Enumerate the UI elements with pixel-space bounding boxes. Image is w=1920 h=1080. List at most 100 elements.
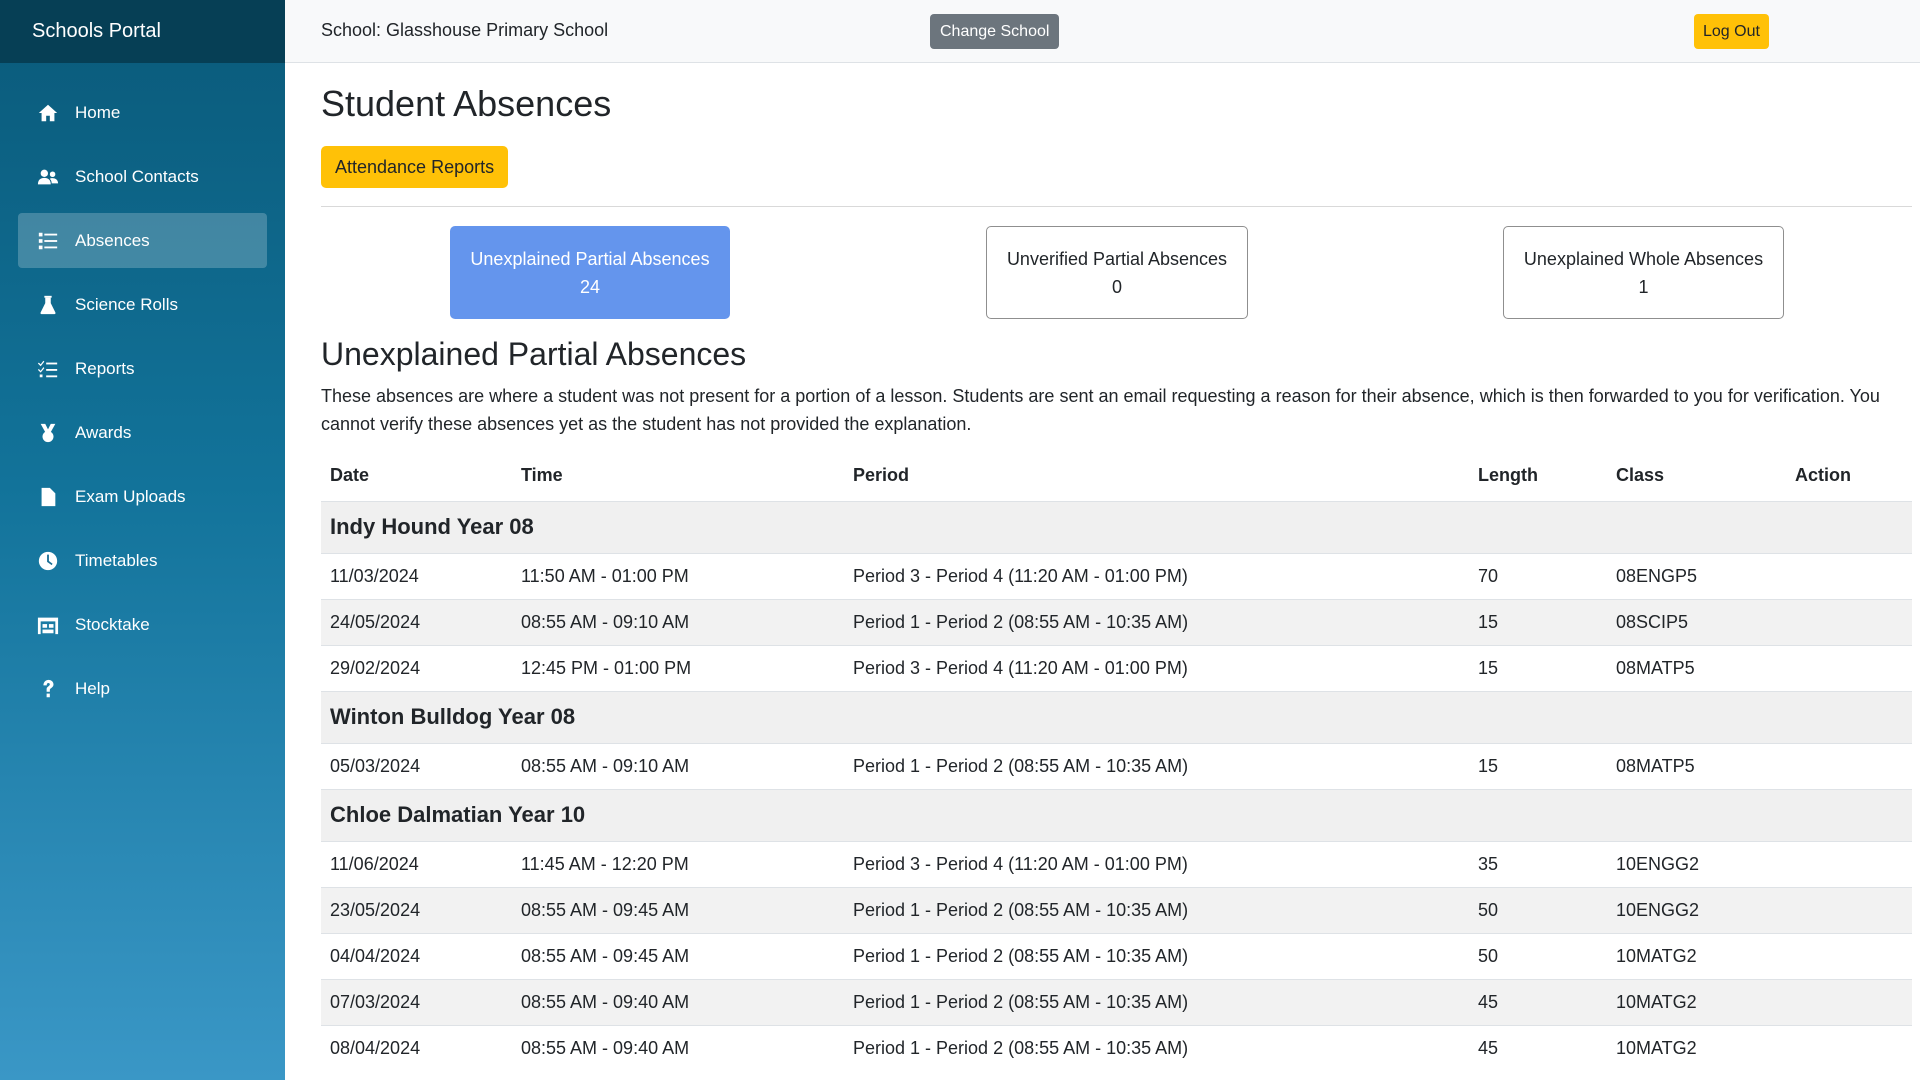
table-header-row: Date Time Period Length Class Action (321, 451, 1912, 501)
table-row: 11/06/2024 11:45 AM - 12:20 PM Period 3 - … (321, 840, 1912, 887)
cell-length: 15 (1469, 598, 1607, 645)
log-out-button[interactable]: Log Out (1694, 14, 1769, 49)
table-row: 05/03/2024 08:55 AM - 09:10 AM Period 1 - … (321, 742, 1912, 789)
cell-time: 08:55 AM - 09:45 AM (512, 932, 844, 979)
sidebar-item-label: School Contacts (75, 166, 199, 186)
cell-length: 15 (1469, 742, 1607, 789)
sidebar-item-stocktake[interactable]: Stocktake (18, 597, 267, 652)
sidebar-item-timetables[interactable]: Timetables (18, 533, 267, 588)
cell-period: Period 3 - Period 4 (11:20 AM - 01:00 PM… (844, 644, 1469, 691)
cell-time: 11:50 AM - 01:00 PM (512, 552, 844, 599)
table-body: Indy Hound Year 08 11/03/2024 11:50 AM - 0… (321, 500, 1912, 1071)
sidebar-item-science-rolls[interactable]: Science Rolls (18, 277, 267, 332)
card-unverified-partial[interactable]: Unverified Partial Absences 0 (986, 226, 1248, 319)
cell-time: 08:55 AM - 09:45 AM (512, 886, 844, 933)
table-row: 08/04/2024 08:55 AM - 09:40 AM Period 1 - … (321, 1024, 1912, 1071)
current-school-label: School: Glasshouse Primary School (321, 20, 609, 40)
header-class: Class (1616, 465, 1665, 486)
table-row: 11/03/2024 11:50 AM - 01:00 PM Period 3 - … (321, 552, 1912, 599)
sidebar-item-school-contacts[interactable]: School Contacts (18, 149, 267, 204)
divider (321, 206, 1912, 207)
brand-title[interactable]: Schools Portal (0, 0, 285, 63)
medal-icon (35, 420, 61, 446)
card-count: 0 (1111, 276, 1122, 297)
card-unexplained-whole[interactable]: Unexplained Whole Absences 1 (1503, 226, 1784, 319)
student-name: Winton Bulldog Year 08 (321, 690, 1912, 743)
student-group-row: Chloe Dalmatian Year 10 (321, 788, 1912, 841)
cell-length: 45 (1469, 978, 1607, 1025)
cell-length: 70 (1469, 552, 1607, 599)
cell-date: 08/04/2024 (321, 1024, 512, 1071)
header-time: Time (521, 465, 563, 486)
cell-length: 15 (1469, 644, 1607, 691)
cell-period: Period 1 - Period 2 (08:55 AM - 10:35 AM… (844, 886, 1469, 933)
cell-period: Period 1 - Period 2 (08:55 AM - 10:35 AM… (844, 1024, 1469, 1071)
sidebar-item-reports[interactable]: Reports (18, 341, 267, 396)
card-count: 1 (1638, 276, 1649, 297)
cell-length: 35 (1469, 840, 1607, 887)
student-group-row: Winton Bulldog Year 08 (321, 690, 1912, 743)
sidebar-item-label: Home (75, 102, 121, 122)
warehouse-icon (35, 612, 61, 638)
cell-action (1786, 886, 1912, 933)
cell-date: 11/06/2024 (321, 840, 512, 887)
student-name: Chloe Dalmatian Year 10 (321, 788, 1912, 841)
cell-period: Period 1 - Period 2 (08:55 AM - 10:35 AM… (844, 932, 1469, 979)
cell-date: 07/03/2024 (321, 978, 512, 1025)
sidebar-item-help[interactable]: Help (18, 661, 267, 716)
change-school-button[interactable]: Change School (930, 14, 1060, 49)
sidebar-item-label: Timetables (75, 550, 158, 570)
cell-action (1786, 932, 1912, 979)
table-row: 07/03/2024 08:55 AM - 09:40 AM Period 1 - … (321, 978, 1912, 1025)
cell-action (1786, 552, 1912, 599)
sidebar-item-label: Reports (75, 358, 135, 378)
header-date: Date (330, 465, 370, 486)
cell-length: 50 (1469, 932, 1607, 979)
flask-icon (35, 292, 61, 318)
section-title: Unexplained Partial Absences (321, 336, 747, 372)
header-period: Period (853, 465, 910, 486)
cell-date: 04/04/2024 (321, 932, 512, 979)
cell-period: Period 3 - Period 4 (11:20 AM - 01:00 PM… (844, 840, 1469, 887)
sidebar-item-label: Awards (75, 422, 132, 442)
checklist-icon (35, 356, 61, 382)
sidebar-item-absences[interactable]: Absences (18, 213, 267, 268)
cell-class: 08SCIP5 (1607, 598, 1786, 645)
cell-time: 08:55 AM - 09:40 AM (512, 1024, 844, 1071)
cell-time: 11:45 AM - 12:20 PM (512, 840, 844, 887)
cell-time: 12:45 PM - 01:00 PM (512, 644, 844, 691)
sidebar-item-awards[interactable]: Awards (18, 405, 267, 460)
attendance-reports-button[interactable]: Attendance Reports (321, 146, 509, 188)
card-label: Unexplained Whole Absences (1523, 248, 1764, 269)
question-icon (35, 676, 61, 702)
card-unexplained-partial[interactable]: Unexplained Partial Absences 24 (450, 226, 730, 319)
cell-period: Period 3 - Period 4 (11:20 AM - 01:00 PM… (844, 552, 1469, 599)
student-name: Indy Hound Year 08 (321, 500, 1912, 553)
sidebar-nav: Home School Contacts Absences Science Ro… (0, 63, 285, 716)
cell-length: 50 (1469, 886, 1607, 933)
cell-action (1786, 598, 1912, 645)
absences-table: Date Time Period Length Class Action Ind… (321, 451, 1912, 1071)
clock-icon (35, 548, 61, 574)
card-label: Unverified Partial Absences (1006, 248, 1228, 269)
cell-action (1786, 742, 1912, 789)
header-length: Length (1478, 465, 1538, 486)
table-row: 29/02/2024 12:45 PM - 01:00 PM Period 3 - … (321, 644, 1912, 691)
cell-action (1786, 978, 1912, 1025)
cell-class: 10MATG2 (1607, 1024, 1786, 1071)
sidebar-item-exam-uploads[interactable]: Exam Uploads (18, 469, 267, 524)
cell-date: 29/02/2024 (321, 644, 512, 691)
sidebar-item-label: Science Rolls (75, 294, 178, 314)
sidebar-item-home[interactable]: Home (18, 85, 267, 140)
table-row: 23/05/2024 08:55 AM - 09:45 AM Period 1 - … (321, 886, 1912, 933)
cell-date: 23/05/2024 (321, 886, 512, 933)
cell-period: Period 1 - Period 2 (08:55 AM - 10:35 AM… (844, 598, 1469, 645)
cell-time: 08:55 AM - 09:40 AM (512, 978, 844, 1025)
cell-class: 08MATP5 (1607, 742, 1786, 789)
table-row: 24/05/2024 08:55 AM - 09:10 AM Period 1 - … (321, 598, 1912, 645)
section-description: These absences are where a student was n… (321, 386, 1880, 434)
cell-length: 45 (1469, 1024, 1607, 1071)
sidebar-item-label: Help (75, 678, 110, 698)
student-group-row: Indy Hound Year 08 (321, 500, 1912, 553)
page-title: Student Absences (321, 83, 612, 124)
